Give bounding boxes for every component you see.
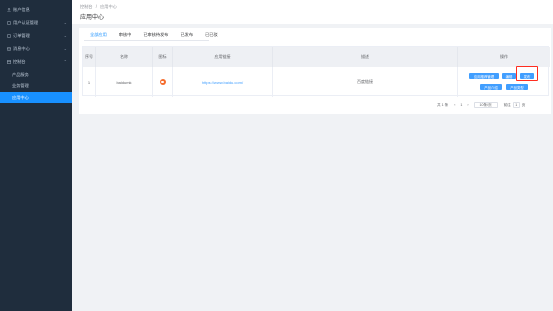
column-header-name: 名称 xyxy=(96,47,153,67)
tab-divider xyxy=(84,40,209,41)
column-header-actions: 操作 xyxy=(500,54,508,59)
tab-reviewing[interactable]: 审核中 xyxy=(113,31,138,39)
prev-page-icon[interactable]: ‹ xyxy=(454,103,455,107)
breadcrumb-separator: / xyxy=(95,4,97,9)
cell-icon xyxy=(153,67,173,97)
next-page-icon[interactable]: › xyxy=(467,103,468,107)
console-icon xyxy=(6,59,11,64)
tab-published[interactable]: 已发布 xyxy=(174,31,199,39)
chevron-up-icon: ⌃ xyxy=(63,59,67,64)
chevron-down-icon: ⌄ xyxy=(63,20,67,25)
breadcrumb-parent[interactable]: 控制台 xyxy=(80,4,93,9)
column-header-description: 描述 xyxy=(273,47,458,67)
sidebar-item-label: 产品服务 xyxy=(12,71,29,77)
page-size-value: 10条/页 xyxy=(479,102,492,107)
order-icon xyxy=(6,33,11,38)
page-title: 应用中心 xyxy=(80,15,105,21)
goto-page-value: 1 xyxy=(515,103,518,107)
page-size-select[interactable]: 10条/页 xyxy=(473,102,498,108)
breadcrumb: 控制台 / 应用中心 xyxy=(80,4,117,10)
breadcrumb-current: 应用中心 xyxy=(100,4,117,9)
highlight-box xyxy=(516,66,538,81)
sidebar-item-user-auth[interactable]: 用户认证管理 ⌄ xyxy=(0,17,72,28)
cell-index: 1 xyxy=(83,67,96,97)
sidebar-item-label: 用户认证管理 xyxy=(13,19,39,25)
user-icon xyxy=(6,7,11,12)
app-link[interactable]: https://www.baidu.com/ xyxy=(202,80,243,85)
column-header-icon: 图标 xyxy=(153,47,173,67)
pagination-total: 共 1 条 xyxy=(437,102,449,107)
goto-page-input[interactable]: 1 xyxy=(512,102,520,108)
goto-label: 前往 xyxy=(503,102,511,107)
main-area: 控制台 / 应用中心 应用中心 全部应用 审核中 已审核待发布 已发布 已已驳 … xyxy=(72,0,553,311)
sidebar-item-label: 业务管理 xyxy=(12,82,29,88)
product-intro-button[interactable]: 产品介绍 xyxy=(480,84,502,90)
cell-name: baidumk xyxy=(96,67,153,97)
edit-button[interactable]: 编辑 xyxy=(502,73,516,79)
message-icon xyxy=(6,46,11,51)
sidebar-item-account[interactable]: 账户信息 xyxy=(0,4,72,15)
sidebar-item-orders[interactable]: 订单管理 ⌄ xyxy=(0,30,72,41)
current-page[interactable]: 1 xyxy=(460,103,462,107)
sidebar-item-products[interactable]: 产品服务 xyxy=(0,69,72,80)
pagination: 共 1 条 ‹ 1 › 10条/页 前往 1 页 xyxy=(437,101,525,109)
content-card: 全部应用 审核中 已审核待发布 已发布 已已驳 序号 名称 图标 应用链接 描述… xyxy=(79,28,551,114)
id-card-icon xyxy=(6,20,11,25)
chevron-down-icon: ⌄ xyxy=(63,33,67,38)
status-tabs: 全部应用 审核中 已审核待发布 已发布 已已驳 xyxy=(84,31,224,39)
sidebar: 账户信息 用户认证管理 ⌄ 订单管理 ⌄ 消息中心 ⌄ 控制台 ⌃ 产品服务 业… xyxy=(0,0,72,311)
sidebar-item-console[interactable]: 控制台 ⌃ xyxy=(0,56,72,67)
sidebar-item-label: 控制台 xyxy=(13,58,26,64)
app-table: 序号 名称 图标 应用链接 描述 操作 1 baidumk https://ww… xyxy=(82,46,550,97)
cell-description: 百度链接 xyxy=(273,67,458,97)
tab-all[interactable]: 全部应用 xyxy=(84,31,113,39)
tab-approved-pending[interactable]: 已审核待发布 xyxy=(137,31,174,39)
page-header: 控制台 / 应用中心 应用中心 xyxy=(72,0,553,24)
sidebar-item-label: 消息中心 xyxy=(13,45,30,51)
sidebar-item-label: 订单管理 xyxy=(13,32,30,38)
sidebar-item-label: 应用中心 xyxy=(12,94,29,100)
sidebar-item-business[interactable]: 业务管理 xyxy=(0,80,72,91)
page-unit-label: 页 xyxy=(521,102,526,107)
sidebar-item-app-center[interactable]: 应用中心 xyxy=(0,92,72,103)
sidebar-item-messages[interactable]: 消息中心 ⌄ xyxy=(0,43,72,54)
product-type-button[interactable]: 产品类型 xyxy=(506,84,528,90)
column-header-index: 序号 xyxy=(83,47,96,67)
cell-link: https://www.baidu.com/ xyxy=(173,67,273,97)
sidebar-item-label: 账户信息 xyxy=(13,6,30,12)
chevron-down-icon: ⌄ xyxy=(63,46,67,51)
app-logo-icon xyxy=(159,79,166,85)
app-recommend-button[interactable]: 应用推荐管理 xyxy=(469,73,499,79)
tab-rejected[interactable]: 已已驳 xyxy=(199,31,224,39)
column-header-link: 应用链接 xyxy=(173,47,273,67)
